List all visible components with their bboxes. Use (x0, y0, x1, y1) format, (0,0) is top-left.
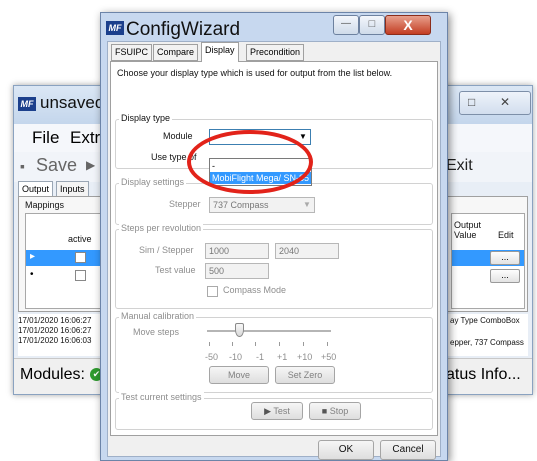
table-row-selected[interactable]: ... (452, 250, 524, 266)
table-row[interactable]: ... (452, 268, 524, 284)
test-settings-legend: Test current settings (119, 392, 204, 402)
move-steps-label: Move steps (133, 327, 180, 337)
exit-button[interactable]: Exit (446, 157, 473, 175)
chevron-down-icon: ▼ (303, 200, 311, 209)
tab-display[interactable]: Display (201, 42, 239, 62)
save-button[interactable]: Save (36, 155, 77, 176)
slider-tick (303, 342, 304, 346)
module-label: Module (163, 131, 193, 141)
stepper-label: Stepper (169, 199, 201, 209)
slider-thumb[interactable] (235, 323, 244, 337)
slider-tick (255, 342, 256, 346)
mappings-grid-left[interactable]: active ▸ 73 • De (25, 213, 114, 309)
modules-label: Modules: (20, 366, 85, 383)
display-tab-page: Choose your display type which is used f… (110, 61, 438, 436)
row-marker: ▸ (30, 251, 36, 262)
tick-label: -50 (205, 352, 219, 362)
tab-compare[interactable]: Compare (153, 44, 199, 61)
tick-label: +50 (321, 352, 337, 362)
stepper-value-field[interactable]: 2040 (275, 243, 339, 259)
log-right-text: ay Type ComboBox (450, 316, 520, 325)
ok-button[interactable]: OK (318, 440, 374, 460)
tick-label: -10 (229, 352, 243, 362)
stepper-select[interactable]: 737 Compass ▼ (209, 197, 315, 213)
test-button-label: Test (273, 406, 290, 416)
move-steps-slider[interactable] (207, 322, 331, 352)
test-value-label: Test value (155, 265, 196, 275)
tick-label: -1 (256, 352, 265, 362)
slider-tick (279, 342, 280, 346)
dialog-title: ConfigWizard (126, 19, 241, 40)
log-line: 17/01/2020 16:06:27 (18, 326, 92, 335)
status-info-label[interactable]: atus Info... (446, 366, 521, 384)
annotation-red-circle (187, 130, 313, 194)
main-window-controls[interactable]: □ ✕ (459, 91, 531, 115)
slider-tick (209, 342, 210, 346)
row-active-checkbox[interactable] (75, 270, 86, 281)
slider-track (207, 330, 331, 332)
test-value-field[interactable]: 500 (205, 263, 269, 279)
column-edit: Edit (498, 230, 514, 240)
cancel-button[interactable]: Cancel (380, 440, 436, 460)
config-wizard-dialog: MF ConfigWizard — □ X FSUIPC Compare Dis… (100, 12, 448, 461)
maximize-icon[interactable]: □ (468, 95, 475, 109)
log-line: 17/01/2020 16:06:03 (18, 336, 92, 345)
sim-stepper-label: Sim / Stepper (139, 245, 194, 255)
menu-file[interactable]: File (32, 128, 59, 148)
log-right-text: epper, 737 Compass (450, 338, 524, 347)
column-active: active (68, 234, 92, 244)
close-button[interactable]: X (385, 15, 431, 35)
tick-label: +1 (277, 352, 288, 362)
save-icon: ▪ (20, 158, 25, 174)
mappings-label: Mappings (25, 200, 65, 210)
manual-calibration-legend: Manual calibration (119, 311, 197, 321)
run-icon[interactable]: ▶ (86, 158, 95, 172)
move-button[interactable]: Move (209, 366, 269, 384)
play-icon: ▶ (264, 406, 272, 416)
display-type-legend: Display type (119, 113, 173, 123)
mobiflight-logo-icon: MF (18, 97, 36, 111)
minimize-icon: — (341, 18, 351, 29)
close-icon: X (403, 17, 413, 33)
slider-tick (232, 342, 233, 346)
stop-button[interactable]: ■ Stop (309, 402, 361, 420)
stop-button-label: Stop (329, 406, 349, 416)
row-marker: • (30, 269, 34, 280)
table-row[interactable]: ▸ 73 (26, 250, 112, 266)
mappings-grid-right[interactable]: Output Value Edit ... ... (451, 213, 525, 309)
maximize-button[interactable]: □ (359, 15, 385, 35)
slider-tick (327, 342, 328, 346)
sim-value-field[interactable]: 1000 (205, 243, 269, 259)
compass-mode-label: Compass Mode (223, 285, 287, 295)
table-row[interactable]: • De (26, 268, 114, 284)
stepper-select-value: 737 Compass (213, 200, 269, 210)
row-active-checkbox[interactable] (75, 252, 86, 263)
mobiflight-logo-icon: MF (106, 21, 124, 35)
edit-button[interactable]: ... (490, 269, 520, 283)
display-settings-legend: Display settings (119, 177, 187, 187)
tab-output[interactable]: Output (18, 181, 54, 197)
dialog-client-area: FSUIPC Compare Display Precondition Choo… (107, 41, 441, 460)
test-button[interactable]: ▶ Test (251, 402, 303, 420)
stop-icon: ■ (321, 406, 328, 416)
maximize-icon: □ (368, 18, 376, 30)
column-output-value: Output Value (454, 220, 482, 240)
minimize-button[interactable]: — (333, 15, 359, 35)
tab-fsuipc[interactable]: FSUIPC (111, 44, 153, 61)
close-icon[interactable]: ✕ (500, 95, 510, 109)
log-line: 17/01/2020 16:06:27 (18, 316, 92, 325)
steps-per-revolution-legend: Steps per revolution (119, 223, 204, 233)
edit-button[interactable]: ... (490, 251, 520, 265)
tab-precondition[interactable]: Precondition (246, 44, 305, 61)
tick-label: +10 (297, 352, 313, 362)
instruction-text: Choose your display type which is used f… (117, 68, 393, 78)
tab-inputs[interactable]: Inputs (56, 181, 89, 197)
compass-mode-checkbox[interactable] (207, 286, 218, 297)
set-zero-button[interactable]: Set Zero (275, 366, 335, 384)
